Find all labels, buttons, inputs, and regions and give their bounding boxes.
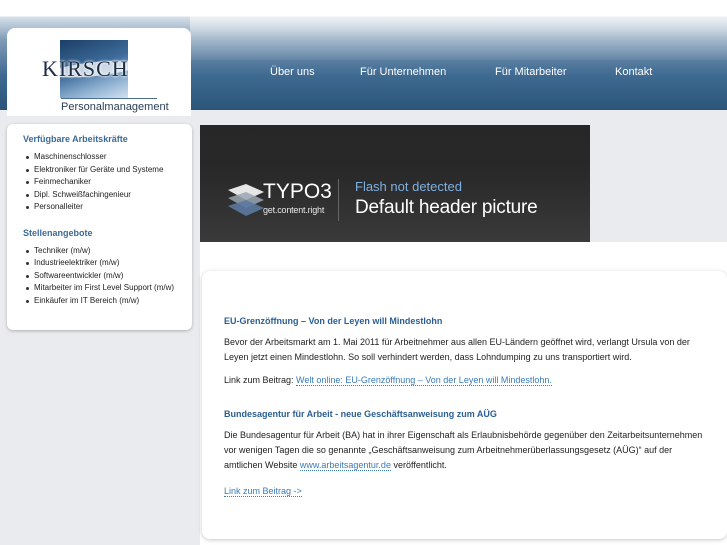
sidebar-list-job-offers: Techniker (m/w) Industrieelektriker (m/w… (23, 245, 192, 308)
article-link-prefix: Link zum Beitrag: (224, 375, 294, 385)
sidebar-item[interactable]: Elektroniker für Geräte und Systeme (23, 164, 192, 177)
nav-item-kontakt[interactable]: Kontakt (615, 66, 652, 78)
sidebar-item[interactable]: Personalleiter (23, 201, 192, 214)
article: EU-Grenzöffnung – Von der Leyen will Min… (224, 316, 727, 387)
article: Bundesagentur für Arbeit - neue Geschäft… (224, 409, 727, 499)
sidebar-item[interactable]: Mitarbeiter im First Level Support (m/w) (23, 282, 192, 295)
flash-not-detected: Flash not detected (355, 179, 462, 194)
article-title[interactable]: Bundesagentur für Arbeit - neue Geschäft… (224, 409, 727, 419)
header-sheen (190, 16, 727, 60)
sidebar-item[interactable]: Techniker (m/w) (23, 245, 192, 258)
default-header-title: Default header picture (355, 197, 538, 218)
sidebar-heading-job-offers[interactable]: Stellenangebote (23, 228, 192, 238)
sidebar-item[interactable]: Softwareentwickler (m/w) (23, 270, 192, 283)
arbeitsagentur-link[interactable]: www.arbeitsagentur.de (299, 460, 391, 471)
article-body-suffix: veröffentlicht. (393, 460, 447, 470)
header-picture: TYPO3 get.content.right Flash not detect… (200, 125, 590, 242)
sidebar-item[interactable]: Industrieelektriker (m/w) (23, 257, 192, 270)
sidebar-heading-available-workers[interactable]: Verfügbare Arbeitskräfte (23, 134, 192, 144)
logo-name[interactable]: KIRSCH (42, 56, 129, 82)
sidebar-item[interactable]: Maschinenschlosser (23, 151, 192, 164)
sidebar: Verfügbare Arbeitskräfte Maschinenschlos… (7, 124, 192, 330)
sidebar-item[interactable]: Feinmechaniker (23, 176, 192, 189)
article-body: Die Bundesagentur für Arbeit (BA) hat in… (224, 428, 708, 473)
article-title[interactable]: EU-Grenzöffnung – Von der Leyen will Min… (224, 316, 727, 326)
article-link[interactable]: Welt online: EU-Grenzöffnung – Von der L… (296, 375, 552, 386)
nav-item-fuer-unternehmen[interactable]: Für Unternehmen (360, 66, 446, 78)
article-body-text: Die Bundesagentur für Arbeit (BA) hat in… (224, 430, 703, 470)
article-link[interactable]: Link zum Beitrag -> (224, 486, 302, 497)
sidebar-item[interactable]: Dipl. Schweißfachingenieur (23, 189, 192, 202)
nav-item-ueber-uns[interactable]: Über uns (270, 66, 315, 78)
logo-subtitle: Personalmanagement (61, 98, 169, 113)
typo3-brand: TYPO3 (263, 180, 332, 203)
article-link-line: Link zum Beitrag: Welt online: EU-Grenzö… (224, 374, 727, 387)
typo3-slogan: get.content.right (263, 205, 325, 215)
sidebar-list-available-workers: Maschinenschlosser Elektroniker für Gerä… (23, 151, 192, 214)
news-card: EU-Grenzöffnung – Von der Leyen will Min… (202, 271, 727, 539)
sidebar-item[interactable]: Einkäufer im IT Bereich (m/w) (23, 295, 192, 308)
article-body: Bevor der Arbeitsmarkt am 1. Mai 2011 fü… (224, 337, 690, 362)
nav-item-fuer-mitarbeiter[interactable]: Für Mitarbeiter (495, 66, 567, 78)
banner-divider (338, 179, 339, 221)
